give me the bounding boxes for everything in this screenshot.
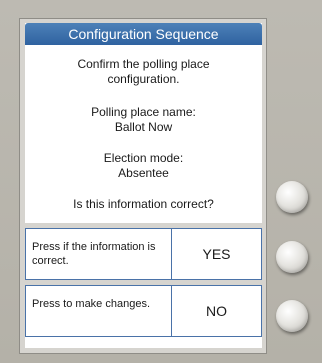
yes-option-label[interactable]: YES [172,229,261,279]
no-option-hint: Press to make changes. [26,286,172,336]
no-option-row[interactable]: Press to make changes. NO [25,285,262,337]
polling-place-value: Ballot Now [114,120,173,134]
no-option-label[interactable]: NO [172,286,261,336]
confirmation-question: Is this information correct? [73,197,214,211]
hardware-button-upper[interactable] [276,181,308,213]
election-mode-label: Election mode: [103,151,184,165]
dialog-panel: Configuration Sequence Confirm the polli… [25,23,262,348]
yes-option-hint: Press if the information is correct. [26,229,172,279]
election-mode-value: Absentee [118,166,169,180]
display-screen: Configuration Sequence Confirm the polli… [19,18,267,354]
confirm-text: Confirm the polling place configuration. [77,57,210,86]
yes-option-row[interactable]: Press if the information is correct. YES [25,228,262,280]
dialog-title: Configuration Sequence [25,23,262,45]
hardware-button-no[interactable] [276,300,308,332]
hardware-button-yes[interactable] [276,241,308,273]
polling-place-label: Polling place name: [91,105,196,119]
